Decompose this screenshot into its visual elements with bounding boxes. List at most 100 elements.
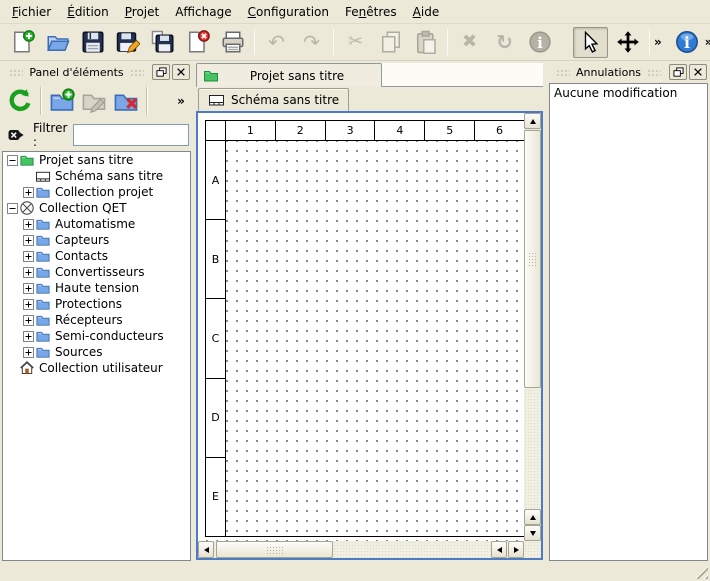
tree-item-label: Sources [55, 345, 102, 359]
menu-item-affichage[interactable]: Affichage [167, 2, 239, 22]
tree-item-contacts[interactable]: Contacts [3, 248, 190, 264]
expander-icon[interactable] [22, 187, 34, 198]
scroll-left-button[interactable] [198, 541, 214, 558]
panel-overflow-button[interactable]: » [173, 94, 189, 108]
tree-item-sources[interactable]: Sources [3, 344, 190, 360]
new-category-button[interactable] [46, 85, 78, 117]
expander-icon[interactable] [22, 347, 34, 358]
close-document-button[interactable] [180, 27, 215, 58]
undo-list-item[interactable]: Aucune modification [550, 84, 707, 102]
new-document-button[interactable] [5, 27, 40, 58]
tree-item-convertisseurs[interactable]: Convertisseurs [3, 264, 190, 280]
tree-item-collection-qet[interactable]: Collection QET [3, 200, 190, 216]
horizontal-scrollbar[interactable] [198, 541, 524, 558]
expander-icon[interactable] [6, 155, 18, 166]
edit-category-button[interactable] [78, 85, 110, 117]
expander-icon [6, 363, 18, 374]
toolbar-overflow-button[interactable]: » [654, 35, 662, 49]
expander-icon[interactable] [22, 235, 34, 246]
delete-button[interactable]: ✖ [452, 27, 487, 58]
vertical-scroll-thumb[interactable] [524, 130, 541, 388]
expander-icon[interactable] [22, 315, 34, 326]
tree-item-automatisme[interactable]: Automatisme [3, 216, 190, 232]
expander-icon[interactable] [22, 283, 34, 294]
dock-grip[interactable] [9, 68, 23, 76]
tree-item-haute-tension[interactable]: Haute tension [3, 280, 190, 296]
elements-panel-title: Panel d'éléments [29, 66, 123, 79]
folder-blue-icon [34, 248, 51, 264]
float-dock-button[interactable] [152, 64, 170, 80]
tree-item-protections[interactable]: Protections [3, 296, 190, 312]
tree-item-semi-conducteurs[interactable]: Semi-conducteurs [3, 328, 190, 344]
tree-item-projet-sans-titre[interactable]: Projet sans titre [3, 152, 190, 168]
tree-item-capteurs[interactable]: Capteurs [3, 232, 190, 248]
filter-input[interactable] [73, 124, 189, 146]
column-header-5: 5 [424, 121, 474, 140]
save-all-button[interactable] [145, 27, 180, 58]
print-button[interactable] [215, 27, 250, 58]
float-icon [673, 67, 684, 78]
tab-schema-sans-titre[interactable]: Schéma sans titre [198, 88, 349, 111]
menu-item-projet[interactable]: Projet [117, 2, 167, 22]
filter-row: Filtrer : [0, 121, 193, 148]
vertical-scrollbar[interactable] [524, 113, 541, 541]
scrollbar-corner [524, 541, 541, 558]
project-tab-label: Projet sans titre [219, 69, 375, 83]
redo-button[interactable]: ↷ [294, 27, 329, 58]
menu-item-configuration[interactable]: Configuration [240, 2, 337, 22]
tree-item-label: Collection QET [39, 201, 127, 215]
tree-item-recepteurs[interactable]: Récepteurs [3, 312, 190, 328]
menu-item-aide[interactable]: Aide [405, 2, 448, 22]
scroll-right-button[interactable] [508, 541, 524, 558]
dock-grip[interactable] [556, 68, 570, 76]
scroll-up-button-2[interactable] [524, 509, 541, 525]
save-as-button[interactable] [110, 27, 145, 58]
rotate-button[interactable]: ↻ [487, 27, 522, 58]
diagram-canvas[interactable]: 123456 ABCDE [198, 113, 524, 541]
expander-icon[interactable] [6, 203, 18, 214]
tree-item-schema-sans-titre[interactable]: Schéma sans titre [3, 168, 190, 184]
horizontal-scroll-thumb[interactable] [216, 541, 333, 558]
delete-category-button[interactable] [110, 85, 142, 117]
open-document-button[interactable] [40, 27, 75, 58]
expander-icon[interactable] [22, 219, 34, 230]
undo-history-list[interactable]: Aucune modification [549, 83, 708, 561]
menu-item-edition[interactable]: Édition [59, 2, 117, 22]
save-button[interactable] [75, 27, 110, 58]
scroll-mode-button[interactable] [610, 27, 645, 58]
scroll-down-button[interactable] [524, 525, 541, 541]
about-button[interactable]: i [670, 27, 705, 58]
copy-button[interactable] [373, 27, 408, 58]
dock-grip[interactable] [130, 68, 144, 76]
close-dock-button[interactable] [689, 64, 707, 80]
close-dock-button[interactable] [172, 64, 190, 80]
reload-collections-button[interactable] [4, 85, 36, 117]
folder-blue-icon [34, 344, 51, 360]
resize-grip[interactable] [695, 566, 708, 579]
undo-panel-title: Annulations [576, 66, 641, 79]
expander-icon[interactable] [22, 299, 34, 310]
toolbar-separator [333, 29, 334, 55]
tree-item-collection-utilisateur[interactable]: Collection utilisateur [3, 360, 190, 376]
paste-button[interactable] [408, 27, 443, 58]
tab-projet-sans-titre[interactable]: Projet sans titre [196, 63, 382, 87]
expander-icon[interactable] [22, 267, 34, 278]
dock-grip[interactable] [647, 68, 661, 76]
tree-item-collection-projet[interactable]: Collection projet [3, 184, 190, 200]
folder-delete-icon [113, 88, 139, 114]
undo-button[interactable]: ↶ [259, 27, 294, 58]
menu-item-fenetres[interactable]: Fenêtres [337, 2, 405, 22]
scroll-left-button-2[interactable] [491, 541, 507, 558]
expander-icon[interactable] [22, 251, 34, 262]
clear-filter-icon[interactable] [5, 127, 27, 143]
select-mode-button[interactable] [573, 27, 608, 58]
conductor-info-button[interactable]: i [522, 27, 557, 58]
toolbar-overflow-button[interactable]: » [705, 35, 710, 49]
expander-icon[interactable] [22, 331, 34, 342]
scroll-up-button[interactable] [524, 113, 541, 129]
float-dock-button[interactable] [669, 64, 687, 80]
undo-toolbar-group: ↶↷ [259, 27, 329, 58]
cut-button[interactable]: ✂ [338, 27, 373, 58]
refresh-icon [7, 88, 33, 114]
menu-item-fichier[interactable]: Fichier [4, 2, 59, 22]
